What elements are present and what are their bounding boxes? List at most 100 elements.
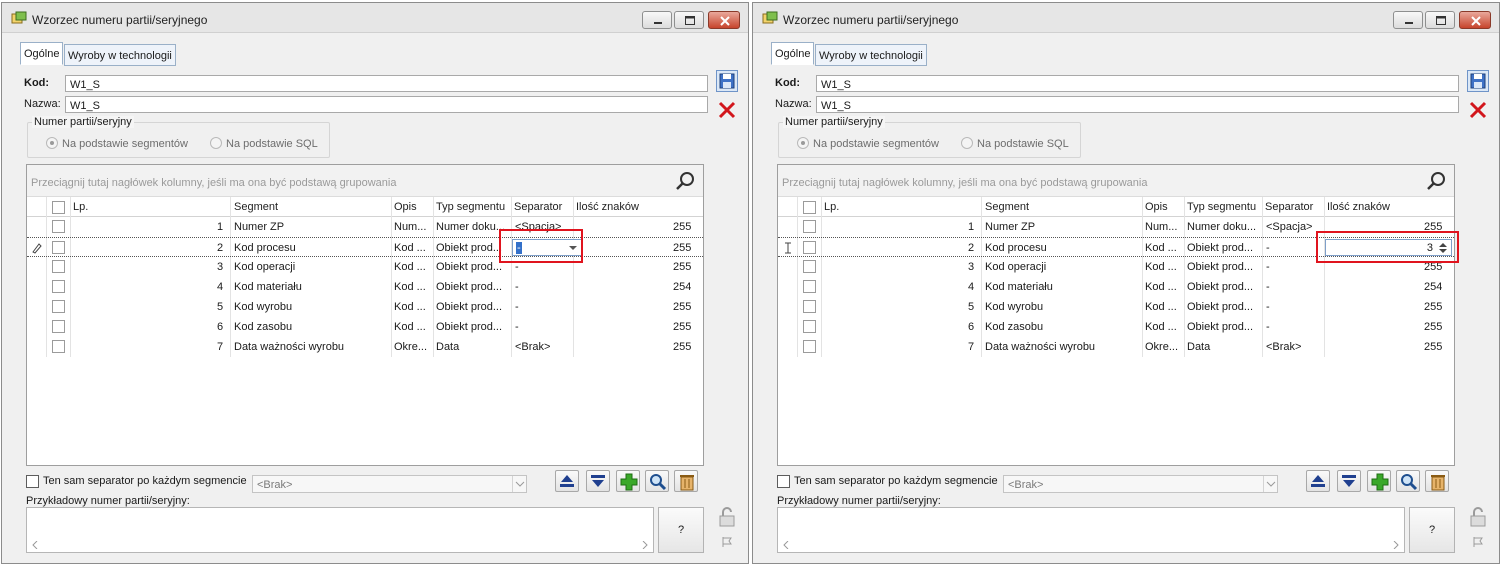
- separator-combo[interactable]: <Brak>: [1003, 475, 1278, 493]
- nazwa-field[interactable]: W1_S: [816, 96, 1459, 113]
- group-by-area[interactable]: Przeciągnij tutaj nagłówek kolumny, jeśl…: [778, 165, 1454, 197]
- minimize-button[interactable]: [1393, 11, 1423, 29]
- row-checkbox[interactable]: [52, 340, 65, 353]
- row-checkbox[interactable]: [803, 260, 816, 273]
- segments-grid[interactable]: Przeciągnij tutaj nagłówek kolumny, jeśl…: [777, 164, 1455, 466]
- cancel-button[interactable]: [716, 99, 738, 121]
- row-checkbox[interactable]: [803, 340, 816, 353]
- close-button[interactable]: [708, 11, 740, 29]
- col-ilosc[interactable]: Ilość znaków: [576, 201, 639, 213]
- select-all-checkbox[interactable]: [803, 201, 816, 214]
- search-icon[interactable]: [1426, 171, 1446, 191]
- row-checkbox[interactable]: [52, 280, 65, 293]
- add-button[interactable]: [616, 470, 640, 492]
- save-button[interactable]: [716, 70, 738, 92]
- table-row[interactable]: 5 Kod wyrobu Kod ... Obiekt prod... - 25…: [27, 297, 703, 317]
- tab-wyroby[interactable]: Wyroby w technologii: [64, 44, 176, 66]
- preview-button[interactable]: [1396, 470, 1420, 492]
- table-row[interactable]: 7 Data ważności wyrobu Okre... Data <Bra…: [778, 337, 1454, 357]
- row-checkbox[interactable]: [803, 300, 816, 313]
- row-checkbox[interactable]: [52, 220, 65, 233]
- app-icon: [11, 11, 27, 24]
- radio-sql[interactable]: [961, 137, 973, 149]
- tab-ogolne[interactable]: Ogólne: [20, 42, 63, 65]
- radio-sql[interactable]: [210, 137, 222, 149]
- row-checkbox[interactable]: [803, 280, 816, 293]
- move-up-button[interactable]: [555, 470, 579, 492]
- cancel-button[interactable]: [1467, 99, 1489, 121]
- row-checkbox[interactable]: [52, 320, 65, 333]
- row-checkbox[interactable]: [803, 241, 816, 254]
- col-separator[interactable]: Separator: [514, 201, 562, 213]
- preview-button[interactable]: [645, 470, 669, 492]
- row-checkbox[interactable]: [52, 241, 65, 254]
- delete-button[interactable]: [1425, 470, 1449, 492]
- cell-opis: Okre...: [394, 341, 428, 353]
- col-segment[interactable]: Segment: [985, 201, 1029, 213]
- table-row[interactable]: 1 Numer ZP Num... Numer doku... <Spacja>…: [27, 217, 703, 237]
- same-separator-checkbox[interactable]: [26, 475, 39, 488]
- row-checkbox[interactable]: [52, 260, 65, 273]
- col-opis[interactable]: Opis: [1145, 201, 1168, 213]
- search-icon[interactable]: [675, 171, 695, 191]
- nazwa-label: Nazwa:: [775, 98, 812, 110]
- radio-segmenty[interactable]: [797, 137, 809, 149]
- move-down-button[interactable]: [586, 470, 610, 492]
- scroll-left-icon[interactable]: [782, 541, 790, 549]
- radio-segmenty[interactable]: [46, 137, 58, 149]
- close-button[interactable]: [1459, 11, 1491, 29]
- title-bar[interactable]: Wzorzec numeru partii/seryjnego: [2, 3, 748, 33]
- lock-button[interactable]: [716, 506, 738, 528]
- table-row[interactable]: 5 Kod wyrobu Kod ... Obiekt prod... - 25…: [778, 297, 1454, 317]
- table-row[interactable]: 7 Data ważności wyrobu Okre... Data <Bra…: [27, 337, 703, 357]
- table-row[interactable]: 6 Kod zasobu Kod ... Obiekt prod... - 25…: [27, 317, 703, 337]
- minimize-button[interactable]: [642, 11, 672, 29]
- cell-ilosc: 255: [673, 221, 692, 233]
- move-down-button[interactable]: [1337, 470, 1361, 492]
- col-lp[interactable]: Lp.: [73, 201, 88, 213]
- nazwa-field[interactable]: W1_S: [65, 96, 708, 113]
- table-row[interactable]: 3 Kod operacji Kod ... Obiekt prod... - …: [27, 257, 703, 277]
- group-title: Numer partii/seryjny: [783, 116, 885, 128]
- col-lp[interactable]: Lp.: [824, 201, 839, 213]
- table-row[interactable]: 4 Kod materiału Kod ... Obiekt prod... -…: [27, 277, 703, 297]
- col-opis[interactable]: Opis: [394, 201, 417, 213]
- scroll-left-icon[interactable]: [31, 541, 39, 549]
- segments-grid[interactable]: Przeciągnij tutaj nagłówek kolumny, jeśl…: [26, 164, 704, 466]
- select-all-checkbox[interactable]: [52, 201, 65, 214]
- title-bar[interactable]: Wzorzec numeru partii/seryjnego: [753, 3, 1499, 33]
- group-by-area[interactable]: Przeciągnij tutaj nagłówek kolumny, jeśl…: [27, 165, 703, 197]
- generate-sample-button[interactable]: ?: [1409, 507, 1455, 553]
- scroll-right-icon[interactable]: [1392, 541, 1400, 549]
- sample-output[interactable]: [26, 507, 654, 553]
- maximize-button[interactable]: [674, 11, 704, 29]
- same-separator-checkbox[interactable]: [777, 475, 790, 488]
- table-row-active[interactable]: 2 Kod procesu Kod ... Obiekt prod... - 2…: [27, 237, 703, 257]
- kod-field[interactable]: W1_S: [65, 75, 708, 92]
- separator-combo[interactable]: <Brak>: [252, 475, 527, 493]
- lock-button[interactable]: [1467, 506, 1489, 528]
- col-typ[interactable]: Typ segmentu: [436, 201, 505, 213]
- table-row[interactable]: 4 Kod materiału Kod ... Obiekt prod... -…: [778, 277, 1454, 297]
- col-separator[interactable]: Separator: [1265, 201, 1313, 213]
- row-checkbox[interactable]: [803, 320, 816, 333]
- kod-field[interactable]: W1_S: [816, 75, 1459, 92]
- col-segment[interactable]: Segment: [234, 201, 278, 213]
- pin-button[interactable]: [1471, 535, 1485, 549]
- sample-output[interactable]: [777, 507, 1405, 553]
- col-ilosc[interactable]: Ilość znaków: [1327, 201, 1390, 213]
- save-button[interactable]: [1467, 70, 1489, 92]
- tab-wyroby[interactable]: Wyroby w technologii: [815, 44, 927, 66]
- table-row[interactable]: 6 Kod zasobu Kod ... Obiekt prod... - 25…: [778, 317, 1454, 337]
- scroll-right-icon[interactable]: [641, 541, 649, 549]
- row-checkbox[interactable]: [52, 300, 65, 313]
- pin-button[interactable]: [720, 535, 734, 549]
- col-typ[interactable]: Typ segmentu: [1187, 201, 1256, 213]
- delete-button[interactable]: [674, 470, 698, 492]
- add-button[interactable]: [1367, 470, 1391, 492]
- row-checkbox[interactable]: [803, 220, 816, 233]
- move-up-button[interactable]: [1306, 470, 1330, 492]
- tab-ogolne[interactable]: Ogólne: [771, 42, 814, 65]
- maximize-button[interactable]: [1425, 11, 1455, 29]
- generate-sample-button[interactable]: ?: [658, 507, 704, 553]
